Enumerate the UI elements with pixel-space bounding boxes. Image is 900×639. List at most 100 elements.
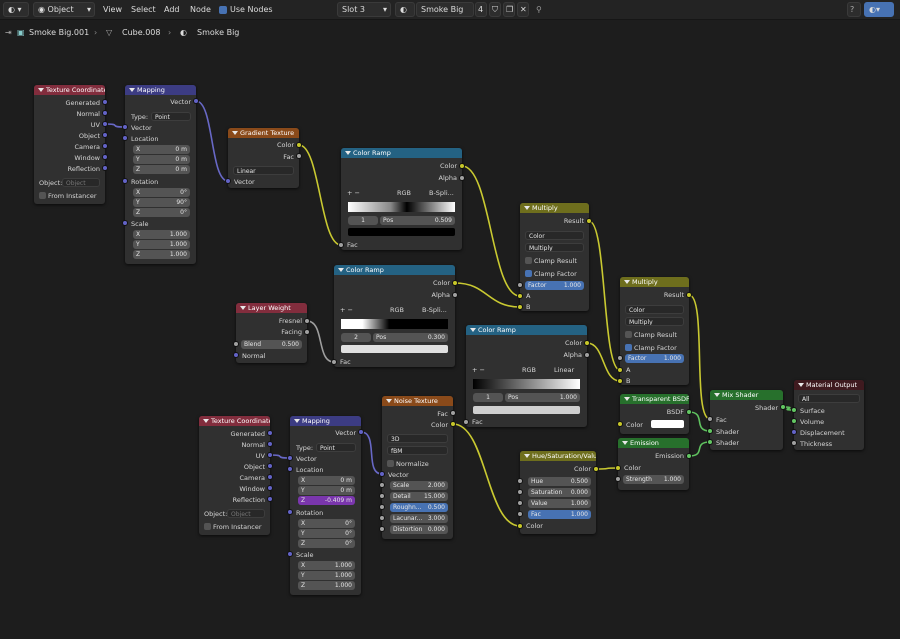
socket-location[interactable]: [287, 466, 293, 472]
color-ramp-node[interactable]: Color Ramp Color Alpha + − RGB B-Spli...…: [341, 148, 462, 250]
color-mode-dropdown[interactable]: RGB: [522, 366, 536, 374]
stop-position-field[interactable]: Pos 0.509: [380, 216, 455, 225]
blend-field[interactable]: Blend 0.500: [241, 340, 302, 349]
rotation-z-field[interactable]: Z 0°: [133, 208, 190, 217]
color-ramp-gradient[interactable]: [473, 379, 580, 389]
scale-z-field[interactable]: Z 1.000: [298, 581, 355, 590]
node-header[interactable]: Material Output: [794, 380, 864, 390]
noise-texture-node[interactable]: Noise Texture Fac Color 3D fBM Normalize…: [382, 396, 453, 539]
stop-index-field[interactable]: 1: [473, 393, 503, 402]
emission-node[interactable]: Emission Emission Color Strength 1.000: [618, 438, 689, 490]
socket-color-out[interactable]: [450, 421, 456, 427]
texture-coordinate-node[interactable]: Texture Coordinate Generated Normal UV O…: [34, 85, 105, 204]
socket-bsdf-out[interactable]: [686, 409, 692, 415]
socket-distortion-in[interactable]: [379, 526, 385, 532]
from-instancer-checkbox[interactable]: [39, 192, 46, 199]
socket-window[interactable]: [267, 485, 273, 491]
menu-view[interactable]: View: [103, 2, 122, 17]
color-mode-dropdown[interactable]: RGB: [390, 306, 404, 314]
node-link[interactable]: [588, 220, 621, 371]
socket-normal-in[interactable]: [233, 352, 239, 358]
rotation-y-field[interactable]: Y 0°: [298, 529, 355, 538]
location-y-field[interactable]: Y 0 m: [133, 155, 190, 164]
material-output-node[interactable]: Material Output All Surface Volume Displ…: [794, 380, 864, 450]
socket-window[interactable]: [102, 154, 108, 160]
location-x-field[interactable]: X 0 m: [298, 476, 355, 485]
color-ramp-gradient[interactable]: [341, 319, 448, 329]
factor-field[interactable]: Factor 1.000: [625, 354, 684, 363]
socket-b-in[interactable]: [617, 378, 623, 384]
interpolation-dropdown[interactable]: B-Spli...: [429, 189, 454, 197]
location-y-field[interactable]: Y 0 m: [298, 486, 355, 495]
gradient-type-dropdown[interactable]: Linear: [233, 166, 294, 175]
scale-y-field[interactable]: Y 1.000: [133, 240, 190, 249]
mapping-node[interactable]: Mapping Vector Type: Point Vector Locati…: [290, 416, 361, 595]
interpolation-dropdown[interactable]: Linear: [554, 366, 574, 374]
socket-fac-in[interactable]: [517, 511, 523, 517]
socket-generated[interactable]: [267, 430, 273, 436]
object-picker[interactable]: Object: [62, 178, 100, 187]
color-ramp-node[interactable]: Color Ramp Color Alpha + − RGB Linear 1 …: [466, 325, 587, 427]
noise-type-dropdown[interactable]: fBM: [387, 446, 448, 455]
add-remove-stop-buttons[interactable]: + −: [472, 366, 485, 374]
material-name-field[interactable]: Smoke Big: [416, 2, 474, 17]
add-remove-stop-buttons[interactable]: + −: [347, 189, 360, 197]
fac-field[interactable]: Fac 1.000: [528, 510, 591, 519]
shader-type-dropdown[interactable]: ◉ Object ▾: [33, 2, 95, 17]
lacunarity-field[interactable]: Lacunar... 3.000: [390, 514, 448, 523]
scale-field[interactable]: Scale 2.000: [390, 481, 448, 490]
stop-color-swatch[interactable]: [348, 228, 455, 236]
node-header[interactable]: Mix Shader: [710, 390, 783, 400]
node-header[interactable]: Layer Weight: [236, 303, 307, 313]
unlink-button[interactable]: ✕: [517, 2, 529, 17]
socket-fac-out[interactable]: [296, 153, 302, 159]
object-picker[interactable]: Object: [227, 509, 265, 518]
socket-blend-in[interactable]: [233, 341, 239, 347]
pin-icon[interactable]: ⚲: [536, 2, 542, 17]
value-field[interactable]: Value 1.000: [528, 499, 591, 508]
stop-color-swatch[interactable]: [473, 406, 580, 414]
rotation-x-field[interactable]: X 0°: [133, 188, 190, 197]
socket-alpha-out[interactable]: [459, 175, 465, 181]
scale-z-field[interactable]: Z 1.000: [133, 250, 190, 259]
editor-type-button[interactable]: ◐ ▾: [3, 2, 29, 17]
socket-displacement-in[interactable]: [791, 429, 797, 435]
socket-a-in[interactable]: [517, 293, 523, 299]
new-material-button[interactable]: ❐: [503, 2, 515, 17]
color-mode-dropdown[interactable]: RGB: [397, 189, 411, 197]
socket-object[interactable]: [267, 463, 273, 469]
node-header[interactable]: Multiply: [520, 203, 589, 213]
socket-roughness-in[interactable]: [379, 504, 385, 510]
location-z-field[interactable]: Z -0.409 m: [298, 496, 355, 505]
node-header[interactable]: Noise Texture: [382, 396, 453, 406]
socket-detail-in[interactable]: [379, 493, 385, 499]
socket-scale[interactable]: [122, 220, 128, 226]
node-header[interactable]: Color Ramp: [466, 325, 587, 335]
data-type-dropdown[interactable]: Color: [625, 305, 684, 314]
node-header[interactable]: Color Ramp: [341, 148, 462, 158]
socket-color-out[interactable]: [584, 340, 590, 346]
node-link[interactable]: [461, 165, 521, 297]
socket-vector-in[interactable]: [225, 178, 231, 184]
rotation-x-field[interactable]: X 0°: [298, 519, 355, 528]
stop-position-field[interactable]: Pos 1.000: [505, 393, 580, 402]
node-header[interactable]: Mapping: [290, 416, 361, 426]
socket-shader-out[interactable]: [780, 404, 786, 410]
detail-field[interactable]: Detail 15.000: [390, 492, 448, 501]
node-link[interactable]: [688, 294, 711, 420]
color-swatch[interactable]: [651, 420, 684, 428]
socket-color-out[interactable]: [452, 280, 458, 286]
socket-shader-in-1[interactable]: [707, 428, 713, 434]
material-browse-button[interactable]: ◐: [395, 2, 415, 17]
socket-vector-out[interactable]: [193, 98, 199, 104]
mapping-type-dropdown[interactable]: Point: [151, 112, 191, 121]
clamp-factor-checkbox[interactable]: [525, 270, 532, 277]
scale-y-field[interactable]: Y 1.000: [298, 571, 355, 580]
socket-location[interactable]: [122, 135, 128, 141]
from-instancer-checkbox[interactable]: [204, 523, 211, 530]
socket-fac-in[interactable]: [463, 419, 469, 425]
mapping-type-dropdown[interactable]: Point: [316, 443, 356, 452]
socket-color-out[interactable]: [593, 466, 599, 472]
hue-saturation-value-node[interactable]: Hue/Saturation/Value Color Hue 0.500 Satu…: [520, 451, 596, 534]
socket-alpha-out[interactable]: [452, 292, 458, 298]
